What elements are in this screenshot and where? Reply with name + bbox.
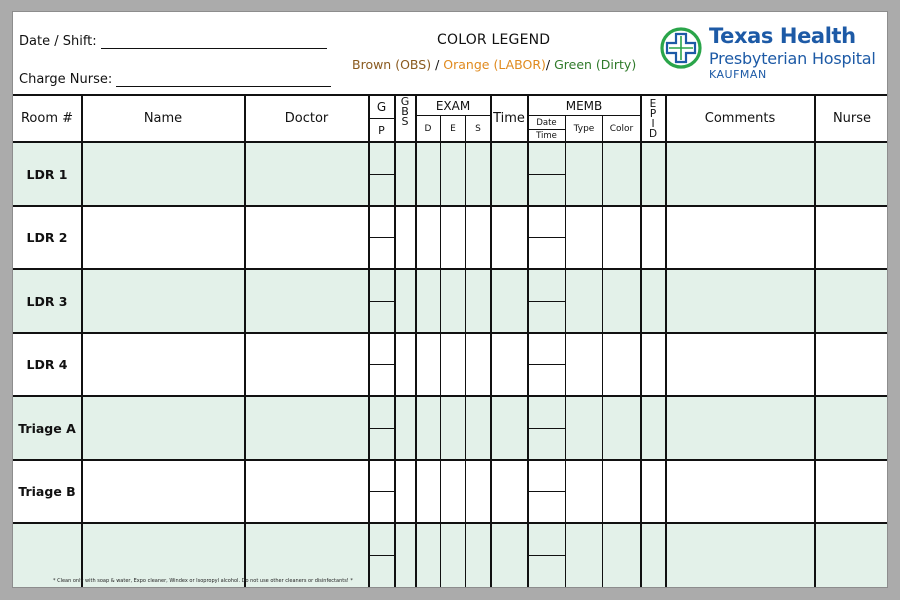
grid-line (368, 364, 394, 365)
col-header-exam: EXAM (435, 98, 471, 113)
grid-line (368, 491, 394, 492)
grid-line (368, 174, 394, 175)
grid-line (13, 522, 887, 524)
room-label-triage-b: Triage B (18, 483, 76, 499)
grid-line (368, 237, 394, 238)
room-label-ldr-3: LDR 3 (26, 293, 68, 309)
grid-line (244, 94, 246, 587)
charge-nurse-label: Charge Nurse: (19, 72, 113, 87)
grid-line (13, 141, 887, 143)
date-shift-field: Date / Shift: (19, 34, 327, 49)
col-header-gbs: G B S (395, 96, 415, 128)
grid-line (368, 301, 394, 302)
whiteboard: Date / Shift: Charge Nurse: COLOR LEGEND… (12, 11, 888, 588)
room-label-ldr-1: LDR 1 (26, 166, 68, 182)
col-header-memb-time: Time (536, 130, 557, 141)
grid-line (394, 94, 396, 587)
row-band (13, 142, 887, 205)
grid-line (527, 174, 565, 175)
grid-line (13, 205, 887, 207)
grid-line (13, 268, 887, 270)
grid-line (13, 459, 887, 461)
color-legend-title: COLOR LEGEND (437, 32, 551, 48)
grid-line (814, 94, 816, 587)
legend-orange: Orange (LABOR) (443, 57, 546, 72)
col-header-exam-e: E (450, 123, 456, 134)
row-band (13, 396, 887, 459)
legend-separator: / (545, 57, 551, 72)
grid-line (465, 115, 466, 587)
cross-emblem-icon (660, 27, 702, 69)
grid-line (602, 115, 603, 587)
cleaning-footnote: * Clean only with soap & water, Expo cle… (53, 578, 353, 584)
grid-line (415, 94, 417, 587)
hospital-logo: Texas Health Presbyterian Hospital KAUFM… (659, 24, 884, 84)
color-legend: Brown (OBS) / Orange (LABOR)/ Green (Dir… (352, 57, 636, 72)
col-header-time: Time (493, 111, 525, 126)
col-header-p: P (378, 123, 385, 137)
charge-nurse-line[interactable] (116, 72, 332, 87)
legend-brown: Brown (OBS) (352, 57, 432, 72)
grid-line (368, 555, 394, 556)
epid-letter-p: P (649, 107, 657, 120)
col-header-memb-type: Type (573, 123, 595, 134)
logo-location: KAUFMAN (709, 68, 767, 81)
epid-letter-e: E (649, 97, 657, 110)
grid-line (665, 94, 667, 587)
legend-separator: / (435, 57, 440, 72)
grid-line (368, 94, 370, 587)
grid-line (527, 491, 565, 492)
grid-line (527, 94, 529, 587)
row-band (13, 269, 887, 332)
grid-line (527, 301, 565, 302)
col-header-exam-d: D (424, 123, 432, 134)
grid-line (527, 555, 565, 556)
grid-line (368, 428, 394, 429)
epid-letter-i: I (651, 117, 655, 130)
grid-line (527, 237, 565, 238)
room-label-ldr-2: LDR 2 (26, 229, 68, 245)
col-header-memb-color: Color (609, 123, 634, 134)
legend-green: Green (Dirty) (554, 57, 637, 72)
grid-line (440, 115, 441, 587)
grid-line (13, 332, 887, 334)
col-header-doctor: Doctor (284, 111, 329, 126)
date-shift-line[interactable] (100, 34, 327, 49)
logo-title: Texas Health (709, 24, 856, 48)
epid-letter-d: D (648, 127, 658, 140)
col-header-memb: MEMB (565, 98, 603, 113)
logo-subtitle: Presbyterian Hospital (709, 49, 876, 68)
grid-line (13, 395, 887, 397)
date-shift-label: Date / Shift: (19, 34, 97, 49)
col-header-g: G (376, 100, 387, 114)
col-header-name: Name (143, 111, 183, 126)
col-header-epid: E P I D (641, 96, 665, 141)
col-header-nurse: Nurse (832, 111, 872, 126)
col-header-exam-s: S (475, 123, 481, 134)
grid-line (640, 94, 642, 587)
grid-line (81, 94, 83, 587)
grid-line (490, 94, 492, 587)
grid-line (565, 115, 566, 587)
col-header-room: Room # (20, 111, 74, 126)
charge-nurse-field: Charge Nurse: (19, 72, 332, 87)
col-header-memb-date: Date (536, 117, 557, 128)
gbs-letter-s: S (401, 115, 409, 128)
grid-line (527, 364, 565, 365)
room-label-ldr-4: LDR 4 (26, 356, 68, 372)
grid-line (527, 428, 565, 429)
census-grid: Room # Name Doctor G P G B S EXAM D E S … (13, 94, 887, 587)
room-label-blank (13, 524, 81, 586)
col-header-comments: Comments (704, 111, 776, 126)
room-label-triage-a: Triage A (18, 420, 76, 436)
